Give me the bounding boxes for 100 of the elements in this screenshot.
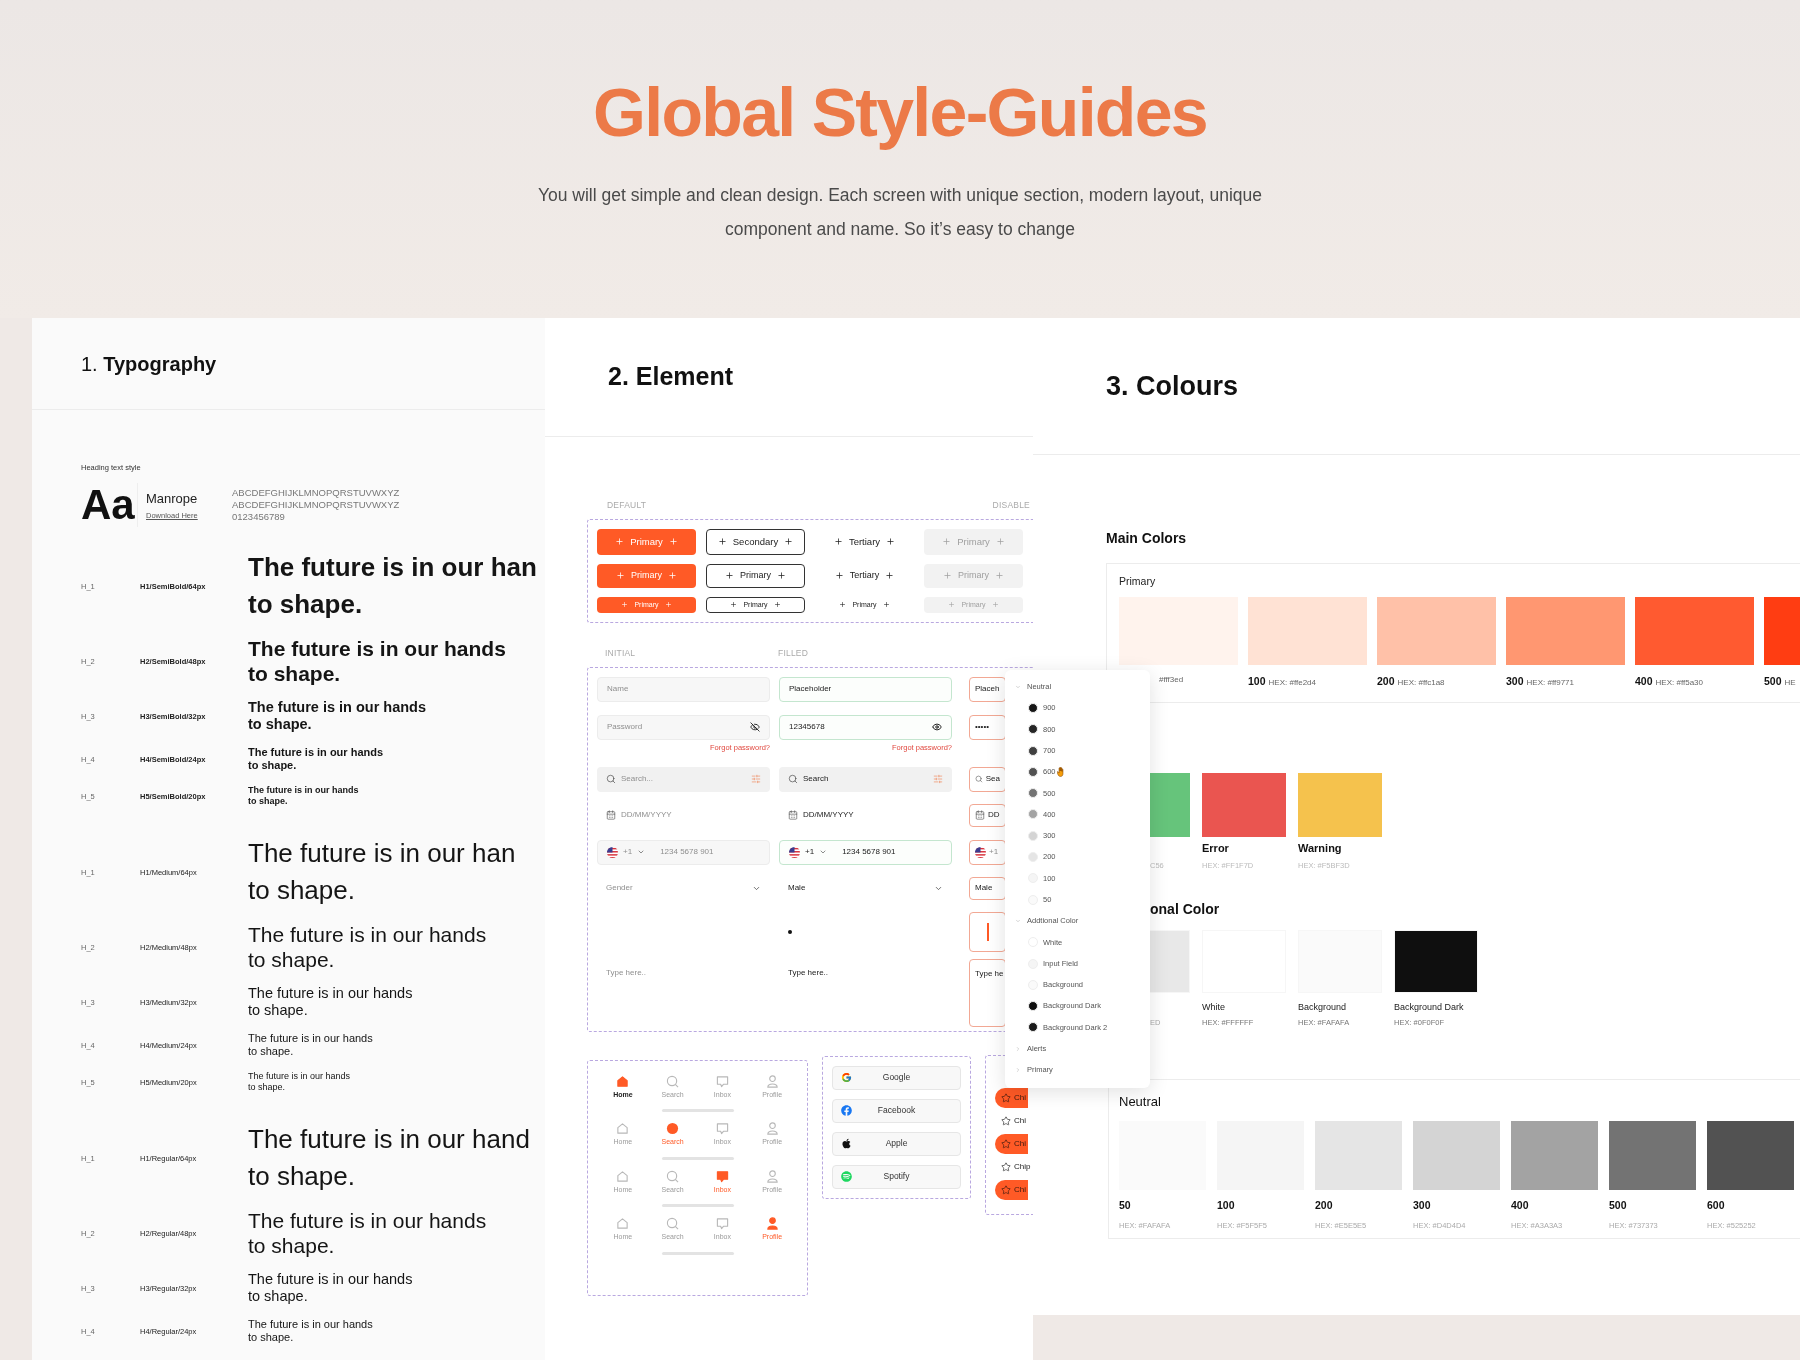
eye-off-icon[interactable] — [750, 722, 760, 732]
column-heading: DISABLE — [992, 499, 1030, 512]
select-field[interactable]: Gender — [597, 876, 770, 900]
password-field[interactable]: ••••• — [969, 714, 1006, 740]
text-field[interactable]: Placeh — [969, 676, 1006, 702]
user-icon — [765, 1122, 779, 1135]
sample-text: The future is in our han to shape. — [248, 837, 516, 908]
action-button[interactable]: Tertiary — [815, 563, 914, 588]
social-login-button[interactable]: Spotify — [832, 1164, 961, 1189]
action-button[interactable]: Primary — [706, 563, 805, 588]
search-icon — [666, 1217, 680, 1230]
caret-down-icon — [1015, 683, 1021, 690]
sample-text: The future is in our hands to shape. — [248, 1318, 373, 1345]
glyph-line: 0123456789 — [232, 511, 285, 524]
chevron-down-icon — [819, 848, 828, 856]
calendar-icon — [788, 810, 798, 820]
shade-number: 300 — [1506, 673, 1524, 689]
plus-icon — [621, 601, 629, 609]
sample-text: The future is in our hands to shape. — [248, 922, 487, 973]
chip[interactable]: Chi — [995, 1087, 1028, 1108]
social-login-button[interactable]: Apple — [832, 1131, 961, 1156]
plus-icon — [668, 571, 677, 581]
select-field[interactable]: Male — [969, 876, 1006, 900]
action-button[interactable]: Secondary — [706, 528, 805, 555]
sample-text: The future is in our hands to shape. — [248, 785, 359, 808]
plus-icon — [834, 571, 844, 581]
plus-icon — [730, 601, 738, 609]
plus-icon — [948, 601, 956, 609]
panel-title: 3. Colours — [1106, 369, 1239, 403]
filter-icon[interactable] — [933, 774, 943, 784]
page-subtitle: You will get simple and clean design. Each screen with unique section, modern layout, unique component and name. So it’s easy to change — [536, 184, 1264, 241]
hex-code: #fff3ed — [1159, 673, 1184, 686]
home-icon — [616, 1217, 630, 1230]
shade-number: 600 — [1707, 1198, 1725, 1214]
password-field[interactable]: 12345678 — [779, 714, 952, 740]
sample-text: The future is in our hands to shape. — [248, 636, 506, 687]
search-field[interactable]: Sea — [969, 766, 1006, 792]
section-heading: onal Color — [1150, 899, 1220, 919]
plus-icon — [833, 537, 843, 547]
sample-text: The future is in our hands to shape. — [248, 699, 427, 734]
chip[interactable]: Chi — [995, 1179, 1028, 1200]
star-icon — [1001, 1115, 1011, 1126]
color-name: White — [1202, 1001, 1225, 1014]
google-icon — [841, 1072, 852, 1083]
select-field[interactable]: Male — [779, 876, 952, 900]
shade-number: 200 — [1315, 1198, 1333, 1214]
plus-icon — [991, 601, 999, 609]
date-field[interactable]: DD/MM/YYYY — [779, 803, 952, 827]
shade-number: 50 — [1119, 1198, 1131, 1214]
color-name: Background — [1298, 1001, 1347, 1014]
search-field[interactable]: Search — [779, 766, 952, 792]
user-icon — [765, 1169, 779, 1183]
text-area[interactable]: Type here.. — [779, 958, 952, 1027]
date-field[interactable]: DD/MM/YYYY — [597, 803, 770, 827]
social-login-button[interactable]: Facebook — [832, 1098, 961, 1123]
text-area[interactable]: Type here.. — [597, 958, 770, 1027]
sample-text: The future is in our hands to shape. — [248, 1071, 351, 1094]
column-heading: DEFAULT — [607, 499, 647, 512]
panel-title: 1. Typography — [81, 351, 217, 377]
group-title: Neutral — [1119, 1092, 1161, 1111]
plus-icon — [784, 537, 794, 547]
shade-number: 500 — [1764, 673, 1782, 689]
text-area[interactable]: Type he — [969, 958, 1006, 1027]
sample-text: The future is in our hands to shape. — [248, 1271, 413, 1306]
star-icon — [1001, 1092, 1011, 1103]
search-icon — [666, 1169, 680, 1183]
chat-icon — [715, 1217, 729, 1230]
plus-icon — [839, 601, 847, 609]
color-name: Error — [1202, 841, 1229, 856]
star-icon — [1001, 1184, 1011, 1195]
sample-text: The future is in our han to shape. — [248, 551, 537, 622]
cursor-field[interactable] — [969, 911, 1006, 952]
sample-text: The future is in our hands to shape. — [248, 985, 413, 1020]
phone-field[interactable]: +1 — [969, 839, 1006, 865]
home-icon — [616, 1074, 630, 1088]
color-name: Background Dark — [1394, 1001, 1464, 1014]
plus-icon — [885, 571, 895, 581]
shade-number: 400 — [1635, 673, 1653, 689]
star-icon — [1001, 1138, 1011, 1149]
chip[interactable]: Chi — [995, 1110, 1028, 1131]
phone-field[interactable]: +1 1234 5678 901 — [779, 839, 952, 865]
column-heading: INITIAL — [605, 646, 637, 660]
caret-right-icon — [1015, 1067, 1021, 1073]
filter-icon[interactable] — [751, 774, 761, 784]
calendar-icon — [975, 810, 985, 820]
calendar-icon — [606, 810, 616, 820]
plus-icon — [725, 571, 734, 581]
action-button[interactable]: Tertiary — [815, 528, 914, 555]
chip[interactable]: Chip — [995, 1156, 1033, 1177]
chip[interactable]: Chi — [995, 1133, 1028, 1154]
plus-icon — [995, 571, 1004, 581]
social-login-button[interactable]: Google — [832, 1065, 961, 1090]
plus-icon — [668, 537, 678, 547]
panel-title: 2. Element — [608, 361, 734, 393]
hex-code: HE — [1784, 676, 1796, 689]
eye-icon[interactable] — [932, 722, 942, 732]
text-field[interactable]: Placeholder — [779, 676, 952, 702]
date-field[interactable]: DD — [969, 803, 1006, 827]
hex-code: HEX: #ffe2d4 — [1268, 676, 1316, 689]
hex-code: HEX: #ff5a30 — [1655, 676, 1703, 689]
